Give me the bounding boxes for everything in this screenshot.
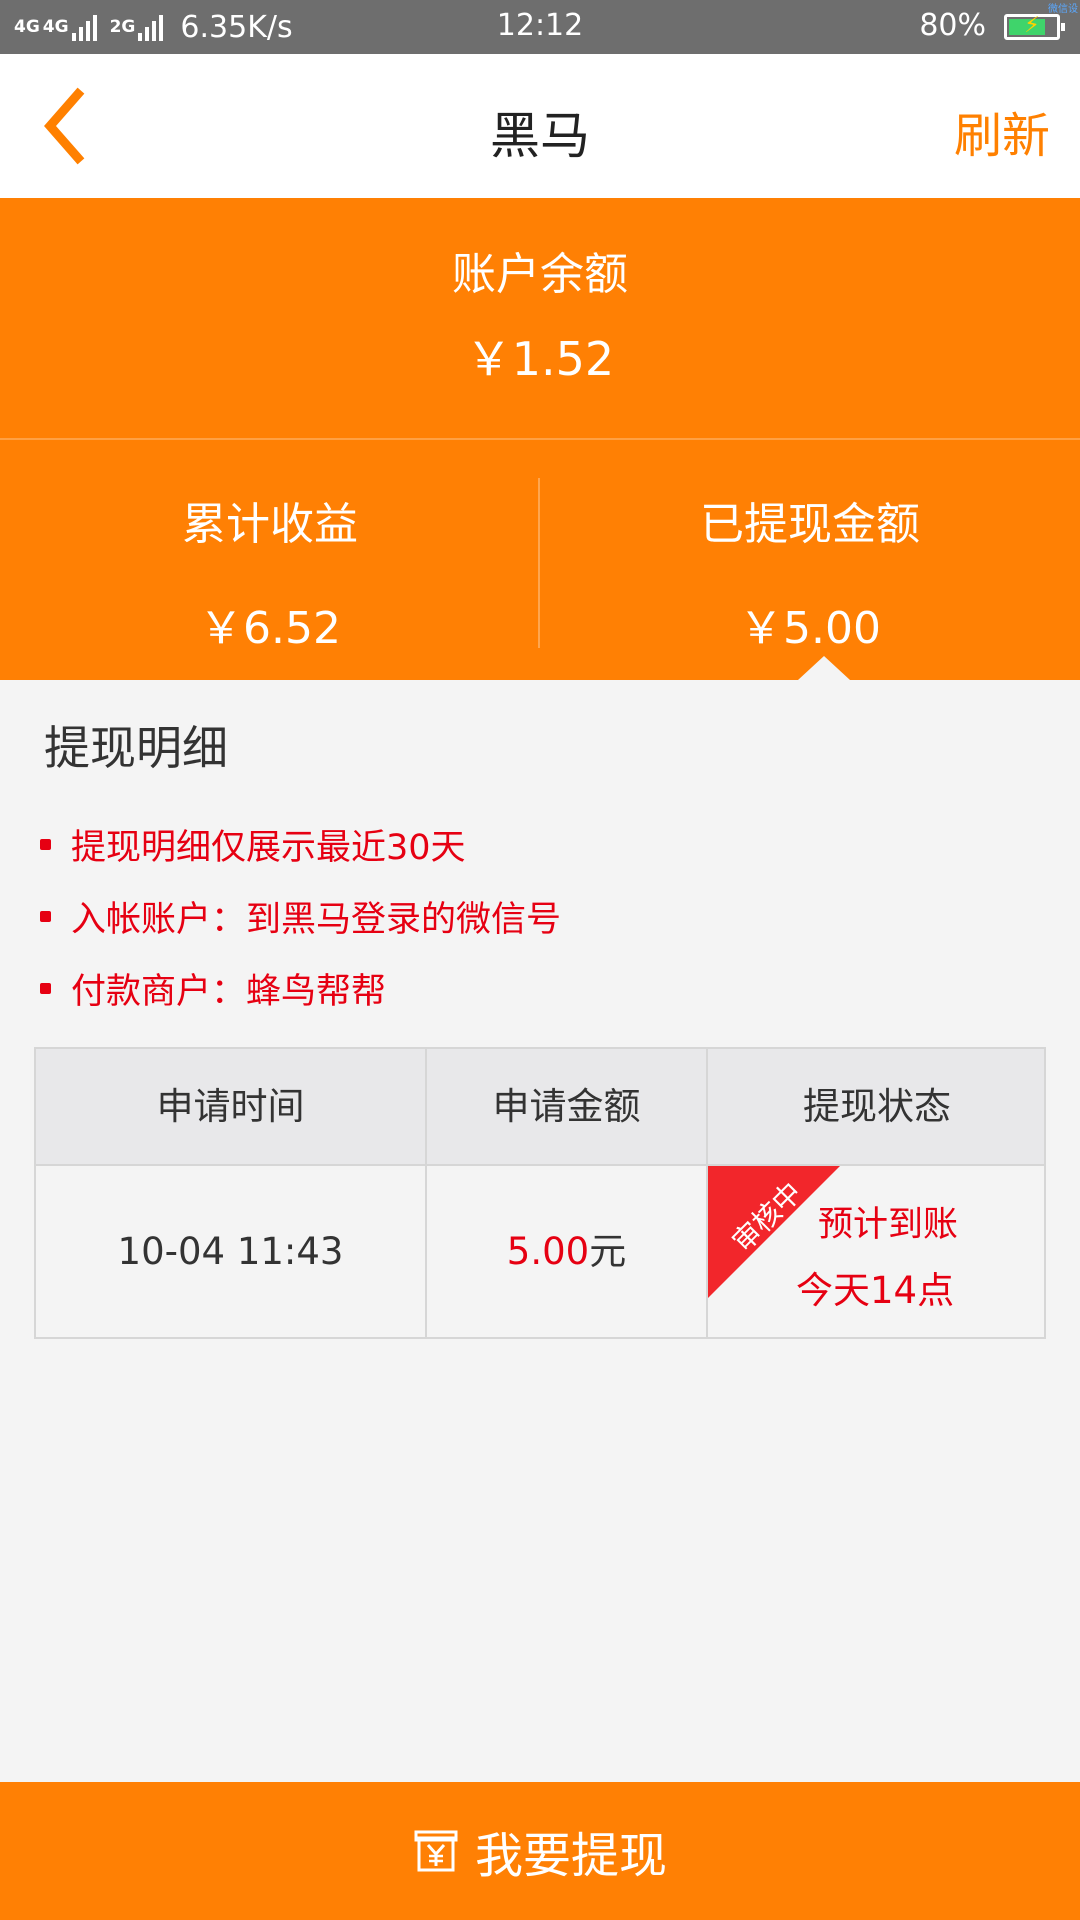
withdraw-label: 我要提现 bbox=[474, 1828, 667, 1884]
withdrawn-label: 已提现金额 bbox=[700, 499, 920, 550]
total-income-tab[interactable]: 累计收益 ￥6.52 bbox=[0, 488, 540, 656]
nav-bar: 黑马 刷新 bbox=[0, 54, 1080, 198]
withdrawal-table: 申请时间 申请金额 提现状态 10-04 11:43 5.00元 审核中 预计到… bbox=[34, 1047, 1046, 1339]
notes-list: 提现明细仅展示最近30天 入帐账户：到黑马登录的微信号 付款商户：蜂鸟帮帮 bbox=[40, 808, 561, 1024]
page-title: 黑马 bbox=[490, 107, 590, 165]
withdrawn-tab[interactable]: 已提现金额 ￥5.00 bbox=[540, 488, 1080, 656]
row-time: 10-04 11:43 bbox=[117, 1230, 344, 1273]
note-item: 付款商户：蜂鸟帮帮 bbox=[40, 952, 561, 1024]
corner-watermark: 微信设 bbox=[1048, 4, 1078, 15]
withdraw-button[interactable]: 我要提现 bbox=[0, 1782, 1080, 1920]
header-time: 申请时间 bbox=[156, 1085, 305, 1128]
header-status: 提现状态 bbox=[803, 1085, 951, 1128]
amount-unit: 元 bbox=[589, 1230, 627, 1273]
table-header: 申请时间 申请金额 提现状态 bbox=[36, 1049, 1044, 1166]
bullet-icon bbox=[40, 838, 51, 850]
row-status: 审核中 预计到账 今天14点 bbox=[708, 1166, 1046, 1337]
status-estimate-time: 今天14点 bbox=[796, 1269, 955, 1312]
status-bar: 4G 4G 2G 6.35K/s 12:12 80% ⚡ 微信设 bbox=[0, 0, 1080, 54]
section-title: 提现明细 bbox=[44, 721, 228, 775]
note-text: 提现明细仅展示最近30天 bbox=[71, 827, 466, 868]
summary-divider bbox=[0, 438, 1080, 440]
note-text: 入帐账户：到黑马登录的微信号 bbox=[71, 899, 562, 940]
battery-percent: 80% bbox=[919, 8, 986, 43]
balance-label: 账户余额 bbox=[452, 249, 628, 300]
yuan-wallet-icon bbox=[414, 1830, 458, 1872]
bullet-icon bbox=[40, 910, 51, 922]
total-income-value: ￥6.52 bbox=[199, 603, 341, 654]
balance-value: ￥1.52 bbox=[465, 332, 615, 386]
refresh-button[interactable]: 刷新 bbox=[954, 96, 1050, 166]
header-amount: 申请金额 bbox=[492, 1085, 641, 1128]
battery-icon: ⚡ bbox=[1004, 13, 1065, 40]
clock: 12:12 bbox=[496, 8, 584, 43]
status-estimate-label: 预计到账 bbox=[818, 1205, 959, 1245]
note-text: 付款商户：蜂鸟帮帮 bbox=[71, 971, 387, 1012]
withdrawn-value: ￥5.00 bbox=[739, 603, 881, 654]
account-summary: 账户余额 ￥1.52 累计收益 ￥6.52 已提现金额 ￥5.00 bbox=[0, 198, 1080, 680]
total-income-label: 累计收益 bbox=[182, 499, 358, 550]
bullet-icon bbox=[40, 982, 51, 994]
charging-bolt-icon: ⚡ bbox=[1024, 13, 1040, 38]
row-amount: 5.00元 bbox=[427, 1166, 706, 1337]
amount-number: 5.00 bbox=[506, 1230, 590, 1273]
note-item: 入帐账户：到黑马登录的微信号 bbox=[40, 880, 561, 952]
selected-tab-pointer bbox=[798, 656, 850, 680]
note-item: 提现明细仅展示最近30天 bbox=[40, 808, 561, 880]
